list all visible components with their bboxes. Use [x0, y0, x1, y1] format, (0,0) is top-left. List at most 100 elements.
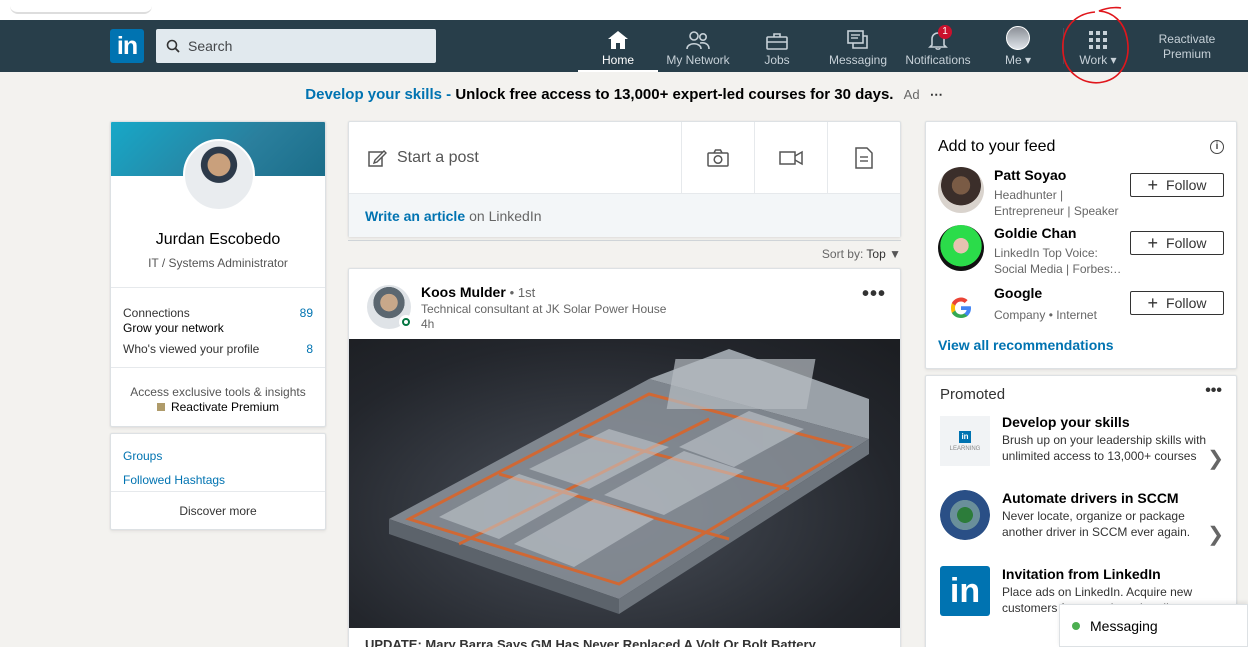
suggestion-item: Patt Soyao Headhunter | Entrepreneur | Sp…: [938, 167, 1228, 218]
divider: [111, 367, 325, 368]
promoted-item-title: Automate drivers in SCCM: [1002, 490, 1179, 506]
profile-name[interactable]: Jurdan Escobedo: [111, 231, 325, 249]
suggestion-desc: Company • Internet: [994, 308, 1097, 322]
profile-views-row[interactable]: Who's viewed your profile 8: [123, 342, 313, 356]
nav-notifications[interactable]: 1 Notifications: [900, 20, 976, 72]
profile-avatar[interactable]: [183, 139, 255, 211]
discover-more-button[interactable]: Discover more: [111, 504, 325, 518]
nav-my-network[interactable]: My Network: [662, 20, 734, 72]
reactivate-premium-link[interactable]: Reactivate Premium: [1150, 32, 1224, 62]
nav-jobs[interactable]: Jobs: [752, 20, 802, 72]
photo-button[interactable]: [681, 122, 754, 193]
search-placeholder: Search: [188, 38, 233, 54]
ad-label: Ad: [903, 87, 920, 102]
patt-soyao-avatar[interactable]: [938, 167, 984, 213]
groups-link[interactable]: Groups: [123, 449, 162, 463]
search-input[interactable]: Search: [156, 29, 436, 63]
info-icon[interactable]: i: [1210, 140, 1224, 154]
suggestion-item: Goldie Chan LinkedIn Top Voice: Social Me…: [938, 225, 1228, 276]
write-article-row[interactable]: Write an article on LinkedIn: [349, 194, 900, 237]
video-icon: [779, 150, 803, 165]
suggestion-desc-line1: Headhunter |: [994, 188, 1064, 202]
connections-label: Connections: [123, 306, 190, 320]
post-author-name[interactable]: Koos Mulder • 1st: [421, 284, 535, 300]
reactivate-line2: Premium: [1162, 47, 1211, 61]
caret-down-icon: ▼: [889, 247, 901, 261]
me-avatar: [1006, 26, 1030, 50]
reactivate-line1: Reactivate: [1158, 32, 1216, 46]
start-post-button[interactable]: Start a post: [349, 122, 681, 193]
connections-count: 89: [299, 306, 313, 320]
search-icon: [166, 39, 180, 53]
nav-home[interactable]: Home: [578, 20, 658, 72]
sccm-badge-icon: [940, 490, 990, 540]
profile-views-label: Who's viewed your profile: [123, 342, 260, 356]
write-article-link[interactable]: Write an article: [365, 208, 465, 224]
promo-banner[interactable]: Develop your skills - Unlock free access…: [0, 86, 1248, 103]
linkedin-logo-icon: in: [940, 566, 990, 616]
on-linkedin-text: on LinkedIn: [469, 207, 542, 224]
reactivate-premium-row[interactable]: Reactivate Premium: [111, 400, 325, 414]
suggestion-item: Google Company • Internet + Follow: [938, 285, 1228, 335]
sort-control[interactable]: Sort by: Top ▼: [348, 240, 901, 261]
nav-messaging-label: Messaging: [828, 53, 888, 67]
connections-row[interactable]: Connections 89: [123, 306, 313, 320]
people-icon: [686, 31, 710, 50]
view-all-recommendations-link[interactable]: View all recommendations: [938, 337, 1114, 353]
nav-me[interactable]: Me ▾: [996, 20, 1040, 72]
home-icon: [608, 31, 628, 49]
document-icon: [855, 146, 873, 169]
briefcase-icon: [766, 33, 788, 50]
suggestion-name[interactable]: Goldie Chan: [994, 225, 1076, 241]
post-image[interactable]: [349, 339, 900, 628]
battery-pack-image: [389, 349, 869, 614]
follow-button[interactable]: + Follow: [1130, 173, 1224, 197]
online-dot-icon: [1072, 621, 1080, 630]
messaging-overlay-bar[interactable]: Messaging: [1059, 604, 1248, 647]
plus-icon: +: [1147, 175, 1159, 195]
promoted-options-icon[interactable]: •••: [1205, 382, 1222, 400]
linkedin-logo-icon[interactable]: in: [110, 29, 144, 63]
follow-button[interactable]: + Follow: [1130, 231, 1224, 255]
nav-work-label: Work: [1079, 53, 1108, 67]
suggestion-name[interactable]: Patt Soyao: [994, 167, 1066, 183]
add-to-feed-title: Add to your feed: [938, 138, 1056, 155]
share-box: Start a post Write an article on LinkedI…: [348, 121, 901, 237]
premium-access-text: Access exclusive tools & insights: [130, 385, 306, 399]
promo-text: Unlock free access to 13,000+ expert-led…: [455, 86, 894, 103]
more-options-icon[interactable]: ⋯: [930, 87, 943, 102]
grow-network-row[interactable]: Grow your network: [123, 321, 313, 335]
profile-title: IT / Systems Administrator: [148, 256, 288, 270]
follow-button[interactable]: + Follow: [1130, 291, 1224, 315]
online-status-icon: [399, 315, 413, 329]
feed-post: Koos Mulder • 1st Technical consultant a…: [348, 268, 901, 647]
google-logo-icon[interactable]: [938, 285, 984, 331]
chevron-right-icon: ❯: [1207, 448, 1224, 470]
nav-jobs-label: Jobs: [764, 53, 790, 67]
chevron-down-icon: ▾: [1024, 53, 1032, 67]
notification-count-badge: 1: [938, 25, 952, 39]
promoted-item[interactable]: in LEARNING Develop your skills Brush up…: [940, 414, 1230, 484]
grid-icon: [1089, 31, 1107, 49]
connection-degree: • 1st: [509, 285, 536, 300]
post-caption[interactable]: UPDATE: Mary Barra Says GM Has Never Rep…: [365, 637, 816, 647]
plus-icon: +: [1147, 233, 1159, 253]
nav-me-label: Me: [1004, 53, 1022, 67]
browser-tab[interactable]: [10, 0, 152, 14]
goldie-chan-avatar[interactable]: [938, 225, 984, 271]
nav-notifications-label: Notifications: [905, 53, 971, 67]
browser-top-strip: [0, 0, 1248, 20]
post-author: Koos Mulder: [421, 284, 506, 300]
camera-icon: [707, 148, 729, 167]
followed-hashtags-link[interactable]: Followed Hashtags: [123, 473, 225, 487]
suggestion-name[interactable]: Google: [994, 285, 1042, 301]
promoted-item-desc: Never locate, organize or package anothe…: [1002, 509, 1191, 539]
nav-divider: [1063, 28, 1064, 64]
nav-work[interactable]: Work ▾: [1070, 20, 1126, 72]
promoted-item[interactable]: Automate drivers in SCCM Never locate, o…: [940, 490, 1230, 560]
post-options-icon[interactable]: •••: [862, 283, 886, 306]
nav-messaging[interactable]: Messaging: [826, 20, 890, 72]
video-button[interactable]: [754, 122, 827, 193]
document-button[interactable]: [827, 122, 900, 193]
linkedin-learning-logo-icon: in LEARNING: [940, 416, 990, 466]
